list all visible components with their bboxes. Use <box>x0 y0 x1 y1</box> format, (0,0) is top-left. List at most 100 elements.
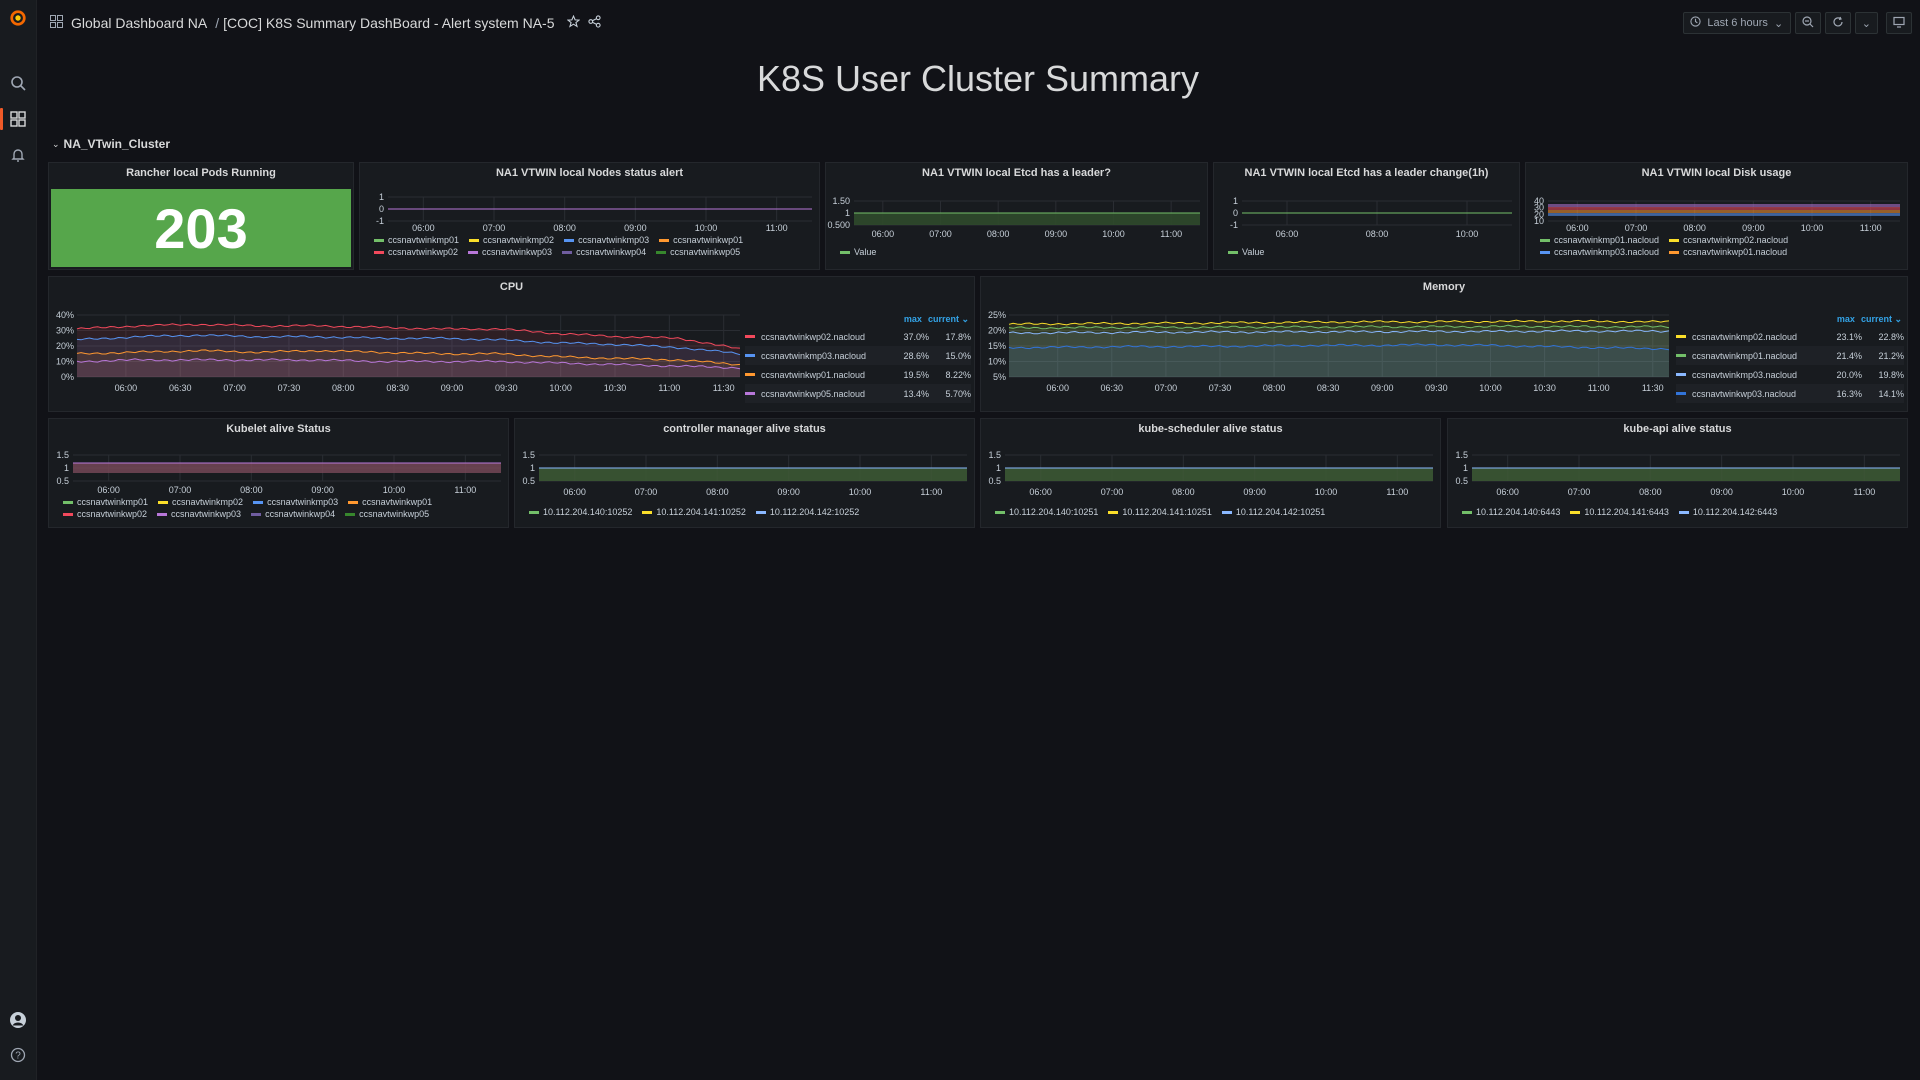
legend-header-max[interactable]: max <box>1837 314 1855 324</box>
legend-item[interactable]: ccsnavtwinkwp05 <box>345 509 429 519</box>
legend-row[interactable]: ccsnavtwinkwp02.nacloud 37.0% 17.8% <box>745 327 971 346</box>
graph-nodes-status[interactable]: 1 0 -1 06:00 07:00 08:00 09:00 10:00 11:00 ccsnav… <box>360 187 820 267</box>
legend-item[interactable]: 10.112.204.140:6443 <box>1462 501 1560 523</box>
legend-item[interactable]: 10.112.204.140:10252 <box>529 501 632 523</box>
x-tick-label: 10:00 <box>1479 383 1502 393</box>
memory-legend-table: max current ⌄ ccsnavtwinkmp02.nacloud 23.1%… <box>1676 311 1904 403</box>
panel-nodes-status[interactable]: NA1 VTWIN local Nodes status alert 1 0 -1 0… <box>359 162 820 270</box>
zoom-out-button[interactable] <box>1794 12 1821 34</box>
legend-row[interactable]: ccsnavtwinkwp05.nacloud 13.4% 5.70% <box>745 384 971 403</box>
legend-row[interactable]: ccsnavtwinkmp01.nacloud 21.4% 21.2% <box>1676 346 1904 365</box>
series-area <box>1472 468 1900 481</box>
graph-kubelet-alive[interactable]: 1.5 1 0.5 06:00 07:00 08:00 09:00 10:00 11:00 ccs… <box>49 443 509 525</box>
legend-item[interactable]: ccsnavtwinkwp05 <box>656 247 740 257</box>
panel-controller-alive[interactable]: controller manager alive status 1.5 1 0.5 0… <box>514 418 975 528</box>
legend-item[interactable]: ccsnavtwinkmp02 <box>158 497 243 507</box>
graph-etcd-leader[interactable]: 1.50 1 0.500 06:00 07:00 08:00 09:00 10:00 11:00… <box>826 187 1208 267</box>
panel-api-alive[interactable]: kube-api alive status 1.5 1 0.5 06:00 07:00 0… <box>1447 418 1908 528</box>
x-tick-label: 07:00 <box>483 223 506 233</box>
x-tick-label: 09:30 <box>1425 383 1448 393</box>
panel-etcd-leader[interactable]: NA1 VTWIN local Etcd has a leader? 1.50 1… <box>825 162 1208 270</box>
legend-item[interactable]: ccsnavtwinkwp02 <box>63 509 147 519</box>
legend-item[interactable]: 10.112.204.142:10251 <box>1221 501 1325 523</box>
x-tick-label: 11:00 <box>454 485 476 495</box>
grafana-logo-icon[interactable] <box>9 9 27 27</box>
legend-row[interactable]: ccsnavtwinkmp02.nacloud 23.1% 22.8% <box>1676 327 1904 346</box>
legend-item[interactable]: ccsnavtwinkwp01 <box>659 235 743 245</box>
alerting-bell-icon[interactable] <box>9 146 27 164</box>
legend-swatch <box>1540 250 1550 254</box>
panel-kubelet-alive[interactable]: Kubelet alive Status 1.5 1 0.5 06:00 07:00 08… <box>48 418 509 528</box>
breadcrumb-folder[interactable]: Global Dashboard NA <box>71 15 207 31</box>
panel-scheduler-alive[interactable]: kube-scheduler alive status 1.5 1 0.5 06:00… <box>980 418 1441 528</box>
refresh-button[interactable] <box>1824 12 1851 34</box>
legend-item[interactable]: ccsnavtwinkmp03 <box>253 497 338 507</box>
share-icon[interactable] <box>587 15 601 31</box>
memory-line-chart[interactable]: 25% 20% 15% 10% 5% 06:00 06:30 07:00 07:30 08:00 0… <box>981 293 1673 412</box>
legend-item[interactable]: Value <box>840 241 876 263</box>
graph-api-alive[interactable]: 1.5 1 0.5 06:00 07:00 08:00 09:00 10:00 11:00 10.… <box>1448 443 1908 525</box>
breadcrumb-dashboard[interactable]: [COC] K8S Summary DashBoard - Alert syst… <box>223 15 554 31</box>
x-tick-label: 11:00 <box>766 223 788 233</box>
legend-header-current[interactable]: current ⌄ <box>928 314 969 325</box>
legend-item[interactable]: ccsnavtwinkmp02 <box>469 235 554 245</box>
legend-item[interactable]: 10.112.204.141:10252 <box>642 501 746 523</box>
legend-item[interactable]: 10.112.204.141:10251 <box>1108 501 1212 523</box>
legend-item[interactable]: ccsnavtwinkmp03 <box>564 235 649 245</box>
panel-pods-running[interactable]: Rancher local Pods Running 203 <box>48 162 354 270</box>
y-tick-label: 1.50 <box>832 196 850 206</box>
graph-scheduler-alive[interactable]: 1.5 1 0.5 06:00 07:00 08:00 09:00 10:00 11:00 10.… <box>981 443 1441 525</box>
x-tick-label: 06:00 <box>563 487 586 497</box>
star-icon[interactable] <box>566 14 580 31</box>
legend-item[interactable]: ccsnavtwinkwp01 <box>348 497 432 507</box>
legend-item[interactable]: ccsnavtwinkwp02 <box>374 247 458 257</box>
legend-swatch <box>745 335 755 338</box>
breadcrumb-separator: / <box>215 15 220 31</box>
row-header[interactable]: ⌄ NA_VTwin_Cluster <box>52 137 170 151</box>
panel-disk-usage[interactable]: NA1 VTWIN local Disk usage 40 30 20 10 06:00… <box>1525 162 1908 270</box>
y-tick-label: 1 <box>1233 196 1238 206</box>
legend-item[interactable]: ccsnavtwinkwp03 <box>157 509 241 519</box>
graph-disk-usage[interactable]: 4030201006:00 07:00 08:00 09:00 10:00 11:00cc… <box>1526 187 1908 267</box>
x-tick-label: 06:00 <box>1566 223 1589 233</box>
help-icon[interactable]: ? <box>9 1046 27 1064</box>
legend-item[interactable]: ccsnavtwinkmp01 <box>63 497 148 507</box>
user-avatar-icon[interactable] <box>9 1011 27 1029</box>
legend-item[interactable]: 10.112.204.141:6443 <box>1570 501 1669 523</box>
y-tick-label: 5% <box>993 372 1006 382</box>
legend-item[interactable]: 10.112.204.140:10251 <box>995 501 1098 523</box>
legend-item[interactable]: ccsnavtwinkmp03.nacloud <box>1540 247 1659 257</box>
legend-item[interactable]: ccsnavtwinkwp01.nacloud <box>1669 247 1787 257</box>
legend-row[interactable]: ccsnavtwinkmp03.nacloud 20.0% 19.8% <box>1676 365 1904 384</box>
refresh-interval-dropdown[interactable]: ⌄ <box>1854 12 1878 34</box>
search-icon[interactable] <box>9 74 27 92</box>
panel-etcd-leader-change[interactable]: NA1 VTWIN local Etcd has a leader change… <box>1213 162 1520 270</box>
legend-row[interactable]: ccsnavtwinkmp03.nacloud 28.6% 15.0% <box>745 346 971 365</box>
legend-item[interactable]: ccsnavtwinkwp04 <box>562 247 646 257</box>
panel-cpu[interactable]: CPU 40% 30% 20% 10% 0% 06:00 06:30 07:00 07:30 08… <box>48 276 975 412</box>
panel-memory[interactable]: Memory 25% 20% 15% 10% 5% 06:00 06:30 07:00 07:3… <box>980 276 1908 412</box>
legend-item[interactable]: 10.112.204.142:6443 <box>1678 501 1777 523</box>
legend-row[interactable]: ccsnavtwinkwp01.nacloud 19.5% 8.22% <box>745 365 971 384</box>
y-tick-label: 1.5 <box>988 450 1001 460</box>
time-picker-button[interactable]: Last 6 hours ⌄ <box>1682 12 1791 34</box>
legend-header: max current ⌄ <box>1676 311 1904 327</box>
legend-item[interactable]: ccsnavtwinkmp02.nacloud <box>1669 235 1788 245</box>
x-tick-label: 06:00 <box>115 383 138 393</box>
legend-header-max[interactable]: max <box>904 314 922 324</box>
legend-item[interactable]: ccsnavtwinkwp03 <box>468 247 552 257</box>
legend-item[interactable]: ccsnavtwinkmp01 <box>374 235 459 245</box>
cpu-line-chart[interactable]: 40% 30% 20% 10% 0% 06:00 06:30 07:00 07:30 08:00 0… <box>49 293 744 412</box>
legend-header-current[interactable]: current ⌄ <box>1861 314 1902 325</box>
legend-row[interactable]: ccsnavtwinkwp03.nacloud 16.3% 14.1% <box>1676 384 1904 403</box>
tv-mode-button[interactable] <box>1886 12 1912 34</box>
legend-max-value: 13.4% <box>903 388 929 399</box>
legend-item[interactable]: ccsnavtwinkmp01.nacloud <box>1540 235 1659 245</box>
graph-controller-alive[interactable]: 1.5 1 0.5 06:00 07:00 08:00 09:00 10:00 11:00 10.… <box>515 443 975 525</box>
x-tick-label: 10:30 <box>604 383 627 393</box>
legend-item[interactable]: Value <box>1228 241 1264 263</box>
legend-item[interactable]: ccsnavtwinkwp04 <box>251 509 335 519</box>
graph-etcd-leader-change[interactable]: 1 0 -1 06:00 08:00 10:00 Value <box>1214 187 1520 267</box>
dashboards-icon[interactable] <box>9 110 27 128</box>
legend-item[interactable]: 10.112.204.142:10252 <box>755 501 859 523</box>
